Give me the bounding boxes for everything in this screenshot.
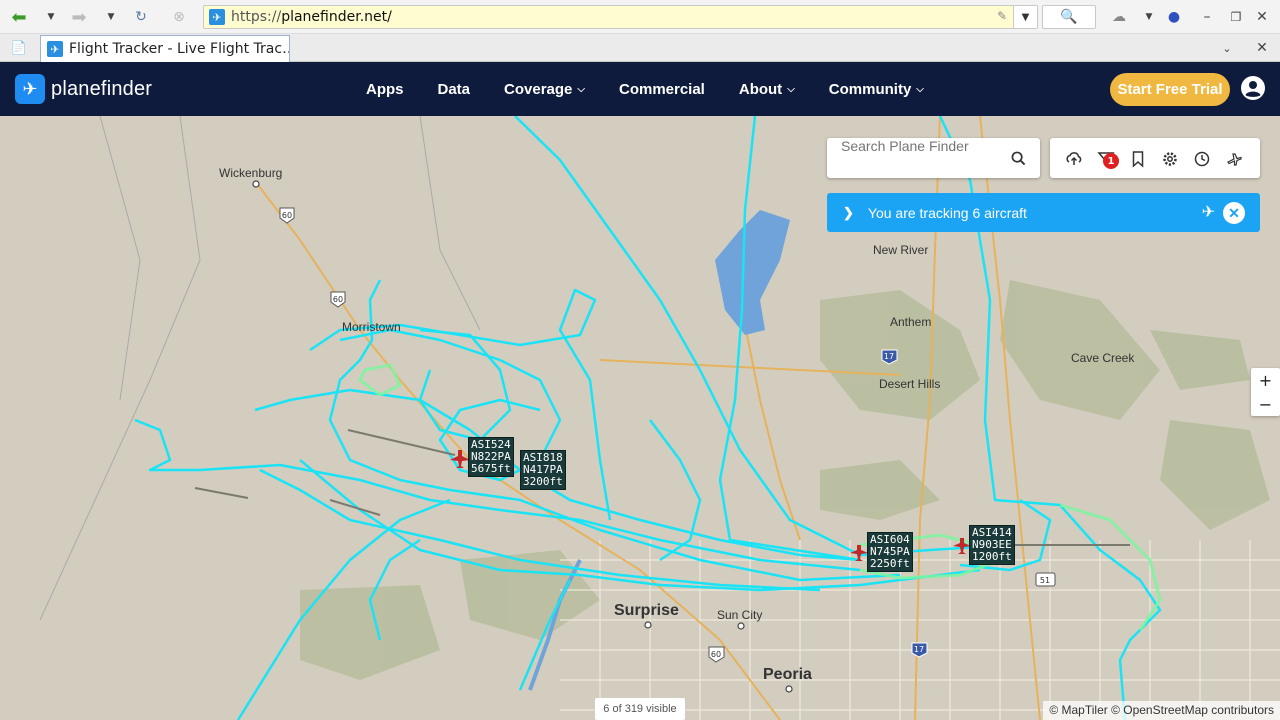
settings-icon[interactable] <box>1161 150 1179 168</box>
site-favicon-icon: ✈ <box>209 9 225 25</box>
back-icon[interactable]: ⬅ <box>8 6 30 28</box>
visible-count: 6 of 319 visible <box>595 698 685 720</box>
window-close-icon[interactable]: ✕ <box>1251 6 1273 28</box>
close-icon: ✕ <box>1228 204 1240 221</box>
place-label-sun-city: Sun City <box>717 608 763 622</box>
addon-icon[interactable]: ☁ <box>1108 6 1130 28</box>
nav-label: Data <box>437 80 471 98</box>
nav-apps[interactable]: Apps <box>366 81 404 98</box>
restore-icon[interactable]: ❐ <box>1225 6 1247 28</box>
sidebar-toggle-icon[interactable]: 📄 <box>8 37 30 59</box>
tab-close-icon[interactable]: ✕ <box>1251 37 1273 59</box>
close-tracking-button[interactable]: ✕ <box>1223 202 1245 224</box>
chevron-down-icon: ⌵ <box>787 83 795 95</box>
history-icon[interactable] <box>1193 150 1211 168</box>
svg-text:60: 60 <box>333 295 343 304</box>
user-account-icon[interactable] <box>1241 76 1265 100</box>
url-bar[interactable]: ✈ https://planefinder.net/ ✎ ▼ <box>203 5 1038 29</box>
browser-logo-icon[interactable]: ● <box>1163 6 1185 28</box>
nav-label: Commercial <box>618 80 705 98</box>
tab-favicon-icon: ✈ <box>47 41 63 57</box>
minimize-icon[interactable]: – <box>1196 6 1218 28</box>
bookmark-edit-icon[interactable]: ✎ <box>997 9 1007 23</box>
aircraft-altitude: 1200ft <box>972 550 1012 563</box>
nav-label: About <box>738 80 783 98</box>
bookmark-icon[interactable] <box>1129 150 1147 168</box>
stop-icon[interactable]: ⊗ <box>168 6 190 28</box>
svg-text:60: 60 <box>711 650 721 659</box>
zoom-out-button[interactable]: − <box>1251 392 1280 416</box>
place-label-peoria: Peoria <box>763 666 812 683</box>
tab-list-icon[interactable]: ⌄ <box>1216 37 1238 59</box>
place-label-morristown: Morristown <box>342 320 401 334</box>
browser-toolbar: ⬅ ▼ ➡ ▼ ↻ ⊗ ✈ https://planefinder.net/ ✎… <box>0 0 1280 34</box>
reload-icon[interactable]: ↻ <box>130 6 152 28</box>
site-navbar: ✈ planefinder Apps Data Coverage ⌵ Commercia… <box>0 62 1280 116</box>
cloud-upload-icon[interactable] <box>1065 150 1083 168</box>
tab-flight-tracker[interactable]: ✈ Flight Tracker - Live Flight Trac… <box>40 35 290 62</box>
search-icon[interactable] <box>1011 151 1026 166</box>
forward-history-icon[interactable]: ▼ <box>100 6 122 28</box>
planefinder-logo[interactable]: ✈ planefinder <box>15 74 152 104</box>
tab-bar: 📄 ✈ Flight Tracker - Live Flight Trac… ⌄… <box>0 34 1280 62</box>
aircraft-label[interactable]: ASI524 N822PA 5675ft <box>468 437 514 477</box>
tracking-banner[interactable]: ❯ You are tracking 6 aircraft ✈ ✕ <box>827 193 1260 232</box>
url-dropdown-icon[interactable]: ▼ <box>1013 6 1037 28</box>
nav-label: Apps <box>366 80 404 98</box>
nav-data[interactable]: Data <box>438 81 471 98</box>
url-scheme: https:// <box>231 9 282 25</box>
svg-text:60: 60 <box>282 211 292 220</box>
logo-text: planefinder <box>51 77 153 100</box>
zoom-control: + − <box>1251 368 1280 416</box>
aircraft-altitude: 3200ft <box>523 475 563 488</box>
plane-icon: ✈ <box>1201 204 1215 221</box>
nav-community[interactable]: Community ⌵ <box>829 81 924 98</box>
chevron-right-icon[interactable]: ❯ <box>843 205 854 221</box>
airport-icon[interactable] <box>1225 150 1243 168</box>
nav-label: Coverage <box>504 80 573 98</box>
zoom-in-button[interactable]: + <box>1251 368 1280 392</box>
tracking-text: You are tracking 6 aircraft <box>867 204 1027 221</box>
map-tools-panel <box>1050 138 1260 178</box>
aircraft-label[interactable]: ASI604 N745PA 2250ft <box>867 532 913 572</box>
place-label-cave-creek: Cave Creek <box>1071 351 1135 365</box>
map-attribution[interactable]: © MapTiler © OpenStreetMap contributors <box>1043 701 1280 720</box>
chevron-down-icon: ⌵ <box>577 83 585 95</box>
browser-search-button[interactable]: 🔍 <box>1042 5 1096 29</box>
url-host: planefinder.net/ <box>281 9 392 25</box>
place-label-new-river: New River <box>873 243 929 257</box>
aircraft-label[interactable]: ASI818 N417PA 3200ft <box>520 450 566 490</box>
tab-title: Flight Tracker - Live Flight Trac… <box>69 41 290 57</box>
nav-label: Community <box>828 80 912 98</box>
magnifier-icon: 🔍 <box>1060 9 1078 25</box>
forward-icon[interactable]: ➡ <box>68 6 90 28</box>
place-label-surprise: Surprise <box>614 602 679 619</box>
aircraft-altitude: 5675ft <box>471 462 511 475</box>
main-nav: Apps Data Coverage ⌵ Commercial About ⌵ Communi… <box>366 62 958 116</box>
lake <box>715 210 790 335</box>
place-label-desert-hills: Desert Hills <box>879 377 941 391</box>
svg-text:51: 51 <box>1040 576 1050 585</box>
place-label-wickenburg: Wickenburg <box>219 166 283 180</box>
aircraft-altitude: 2250ft <box>870 557 910 570</box>
aircraft-label[interactable]: ASI414 N903EE 1200ft <box>969 525 1015 565</box>
search-input[interactable] <box>841 138 1001 154</box>
chevron-down-icon: ⌵ <box>916 83 924 95</box>
plane-logo-icon: ✈ <box>15 74 45 104</box>
nav-commercial[interactable]: Commercial <box>619 81 705 98</box>
back-history-icon[interactable]: ▼ <box>40 6 62 28</box>
map-search-panel <box>827 138 1040 178</box>
filter-count-badge: 1 <box>1103 153 1119 169</box>
start-free-trial-button[interactable]: Start Free Trial <box>1110 73 1230 106</box>
city-grid <box>560 540 1280 720</box>
addon-menu-icon[interactable]: ▼ <box>1138 6 1160 28</box>
svg-text:17: 17 <box>884 352 894 361</box>
nav-about[interactable]: About ⌵ <box>739 81 795 98</box>
place-label-anthem: Anthem <box>890 315 932 329</box>
nav-coverage[interactable]: Coverage ⌵ <box>504 81 585 98</box>
svg-text:17: 17 <box>914 645 924 654</box>
